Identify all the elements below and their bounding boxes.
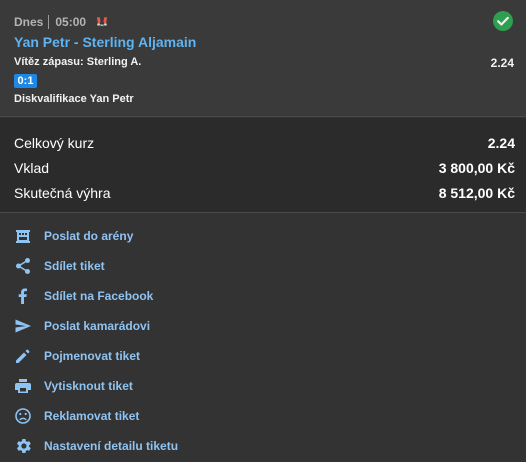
mma-gloves-icon: [95, 15, 109, 29]
arena-icon: [14, 227, 32, 245]
event-name-link[interactable]: Yan Petr - Sterling Aljamain: [14, 34, 196, 50]
ticket-summary: Celkový kurz 2.24 Vklad 3 800,00 Kč Skut…: [0, 118, 526, 213]
action-print-ticket[interactable]: Vytisknout tiket: [0, 371, 526, 401]
action-label: Pojmenovat tiket: [44, 349, 141, 363]
action-share-ticket[interactable]: Sdílet tiket: [0, 251, 526, 281]
action-send-friend[interactable]: Poslat kamarádovi: [0, 311, 526, 341]
selection-odd: 2.24: [490, 56, 514, 70]
action-label: Poslat do arény: [44, 229, 134, 243]
total-odds-row: Celkový kurz 2.24: [14, 134, 515, 152]
score-badge: 0:1: [14, 74, 37, 88]
win-row: Skutečná výhra 8 512,00 Kč: [14, 184, 515, 202]
sad-face-icon: [14, 407, 32, 425]
send-icon: [14, 317, 32, 335]
total-odds-value: 2.24: [487, 135, 515, 151]
action-label: Nastavení detailu tiketu: [44, 439, 179, 453]
stake-label: Vklad: [14, 160, 50, 176]
gear-icon: [14, 437, 32, 455]
action-rename-ticket[interactable]: Pojmenovat tiket: [0, 341, 526, 371]
market-selection: Vítěz zápasu: Sterling A.: [14, 56, 142, 68]
action-send-to-arena[interactable]: Poslat do arény: [0, 221, 526, 251]
bet-card: Dnes 05:00 Yan Petr - Sterling Aljamain …: [0, 0, 526, 117]
action-complain-ticket[interactable]: Reklamovat tiket: [0, 401, 526, 431]
won-check-icon: [493, 11, 513, 31]
stake-row: Vklad 3 800,00 Kč: [14, 159, 515, 177]
pencil-icon: [14, 347, 32, 365]
header-divider: [48, 15, 50, 29]
print-icon: [14, 377, 32, 395]
result-note: Diskvalifikace Yan Petr: [14, 93, 134, 105]
win-value: 8 512,00 Kč: [438, 185, 515, 201]
action-label: Sdílet tiket: [44, 259, 105, 273]
win-label: Skutečná výhra: [14, 185, 111, 201]
action-label: Poslat kamarádovi: [44, 319, 151, 333]
bet-day: Dnes: [14, 15, 44, 29]
bet-time: 05:00: [55, 15, 87, 29]
action-label: Vytisknout tiket: [44, 379, 133, 393]
action-share-facebook[interactable]: Sdílet na Facebook: [0, 281, 526, 311]
bet-header: Dnes 05:00: [14, 14, 109, 30]
ticket-actions: Poslat do arény Sdílet tiket Sdílet na F…: [0, 214, 526, 462]
action-label: Reklamovat tiket: [44, 409, 140, 423]
action-ticket-settings[interactable]: Nastavení detailu tiketu: [0, 431, 526, 461]
facebook-icon: [14, 287, 32, 305]
total-odds-label: Celkový kurz: [14, 135, 95, 151]
action-label: Sdílet na Facebook: [44, 289, 154, 303]
stake-value: 3 800,00 Kč: [438, 160, 515, 176]
share-icon: [14, 257, 32, 275]
